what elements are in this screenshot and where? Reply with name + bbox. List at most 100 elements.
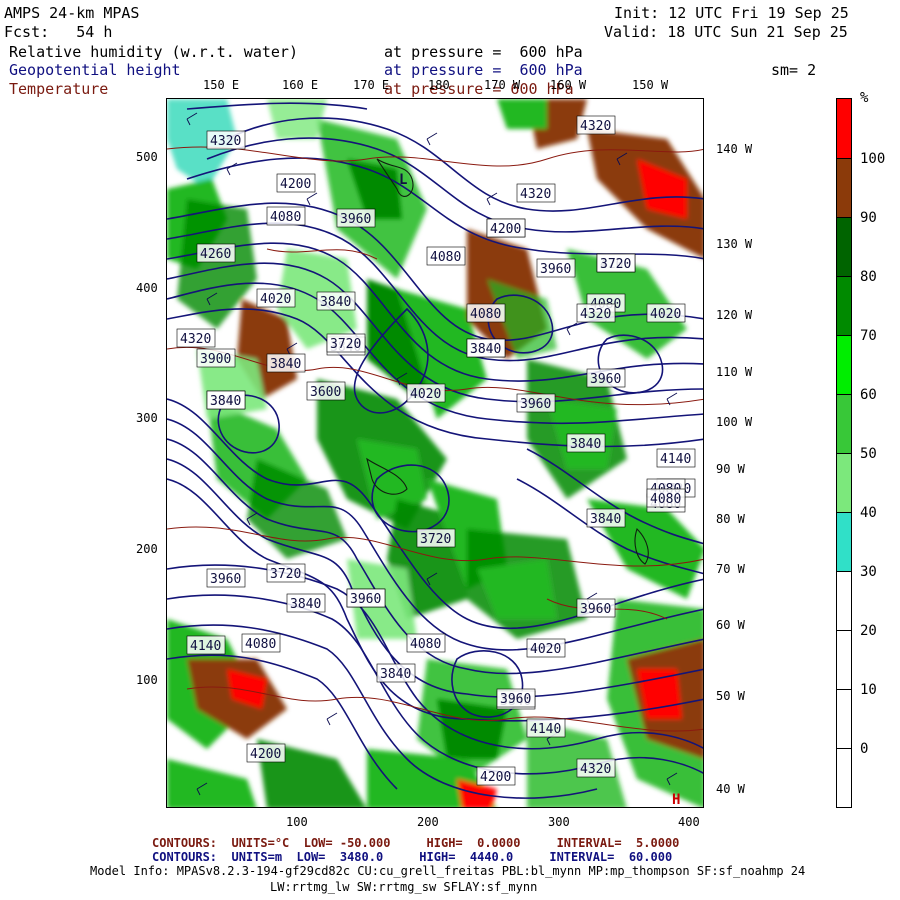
colorbar-segment [837,217,851,276]
y-tick-label: 300 [136,411,158,425]
height-contour-label: 3960 [336,208,376,228]
lon-label-right: 110 W [716,365,753,379]
height-contour-label: 4260 [196,243,236,263]
svg-text:3840: 3840 [320,295,351,310]
field-name-rh: Relative humidity (w.r.t. water) [9,43,298,61]
svg-text:4020: 4020 [530,642,561,657]
svg-text:4080: 4080 [245,637,276,652]
field-level-height: at pressure = 600 hPa [384,61,583,79]
init-time: Init: 12 UTC Fri 19 Sep 25 [614,4,849,22]
height-contour-label: 4320 [206,130,246,150]
height-contour-label: 4200 [246,743,286,763]
height-contour-label: 3840 [586,508,626,528]
svg-text:4320: 4320 [580,119,611,134]
height-contour-label: 4320 [176,328,216,348]
forecast-hour: Fcst: 54 h [4,23,113,41]
model-info-physics: LW:rrtmg_lw SW:rrtmg_sw SFLAY:sf_mynn [270,880,538,894]
svg-text:4020: 4020 [260,292,291,307]
svg-text:4080: 4080 [270,210,301,225]
x-tick-label: 100 [286,815,308,829]
field-level-temp: at pressure = 600 hPa [384,80,574,98]
svg-text:3840: 3840 [570,437,601,452]
height-contour-label: 3840 [466,338,506,358]
height-contour-label: 3720 [596,253,636,273]
colorbar-segment [837,158,851,217]
svg-text:4260: 4260 [200,247,231,262]
svg-text:3960: 3960 [540,262,571,277]
temperature-contour-info: CONTOURS: UNITS=°C LOW= -50.000 HIGH= 0.… [152,836,680,850]
height-contour-label: 3960 [516,393,556,413]
svg-text:3960: 3960 [340,212,371,227]
svg-text:4200: 4200 [250,747,281,762]
svg-text:3900: 3900 [200,352,231,367]
height-contour-label: 4080 [241,633,281,653]
colorbar-tick-label: 20 [860,623,877,639]
colorbar-tick-label: 0 [860,741,869,757]
colorbar-segment [837,748,851,807]
svg-text:4080: 4080 [430,250,461,265]
svg-text:4320: 4320 [580,307,611,322]
svg-text:4140: 4140 [530,722,561,737]
height-contour-label: 4320 [516,183,556,203]
height-contour-label: 4200 [486,218,526,238]
svg-text:3840: 3840 [380,667,411,682]
height-contour-label: 4320 [576,758,616,778]
low-center-marker: L [399,172,407,188]
smoothing-label: sm= 2 [771,61,817,79]
height-contour-label: 4320 [576,115,616,135]
height-contour-label: 4140 [186,635,226,655]
lon-label-right: 70 W [716,562,745,576]
valid-time: Valid: 18 UTC Sun 21 Sep 25 [604,23,848,41]
humidity-colorbar [836,98,852,808]
colorbar-tick-label: 40 [860,505,877,521]
colorbar-tick-label: 10 [860,682,877,698]
height-contour-label: 3720 [326,333,366,353]
lon-label-right: 80 W [716,512,745,526]
colorbar-segment [837,276,851,335]
svg-text:3960: 3960 [590,372,621,387]
svg-text:4080: 4080 [470,307,501,322]
colorbar-segment [837,630,851,689]
svg-text:4320: 4320 [520,187,551,202]
x-tick-label: 300 [548,815,570,829]
colorbar-segment [837,394,851,453]
colorbar-tick-label: 50 [860,446,877,462]
height-contour-label: 3960 [536,258,576,278]
lon-label-top: 180 [428,78,450,92]
colorbar-tick-label: 30 [860,564,877,580]
field-name-temp: Temperature [9,80,109,98]
height-contour-label: 4080 [266,206,306,226]
lon-label-right: 140 W [716,142,753,156]
lon-label-top: 150 E [203,78,240,92]
lon-label-right: 130 W [716,237,753,251]
svg-text:3840: 3840 [590,512,621,527]
lon-label-top: 170 E [353,78,390,92]
svg-text:4200: 4200 [490,222,521,237]
svg-text:4200: 4200 [280,177,311,192]
height-contour-label: 4080 [646,488,686,508]
colorbar-unit: % [860,90,869,106]
svg-text:3840: 3840 [470,342,501,357]
svg-text:4320: 4320 [180,332,211,347]
height-contour-label: 3960 [206,568,246,588]
y-tick-label: 100 [136,673,158,687]
height-contour-label: 3840 [206,390,246,410]
height-contour-label: 4200 [276,173,316,193]
height-contour-label: 3600 [306,381,346,401]
svg-text:3840: 3840 [290,597,321,612]
y-tick-label: 200 [136,542,158,556]
height-contour-label: 4020 [406,383,446,403]
svg-text:4020: 4020 [410,387,441,402]
lon-label-right: 40 W [716,782,745,796]
model-title: AMPS 24-km MPAS [4,4,140,22]
svg-text:3720: 3720 [600,257,631,272]
lon-label-right: 60 W [716,618,745,632]
colorbar-tick-label: 60 [860,387,877,403]
y-tick-label: 400 [136,281,158,295]
height-contour-label: 3840 [566,433,606,453]
colorbar-tick-label: 80 [860,269,877,285]
height-contour-label: 4080 [406,633,446,653]
height-contour-label: 3960 [346,588,386,608]
lon-label-top: 170 W [484,78,521,92]
lon-label-right: 90 W [716,462,745,476]
